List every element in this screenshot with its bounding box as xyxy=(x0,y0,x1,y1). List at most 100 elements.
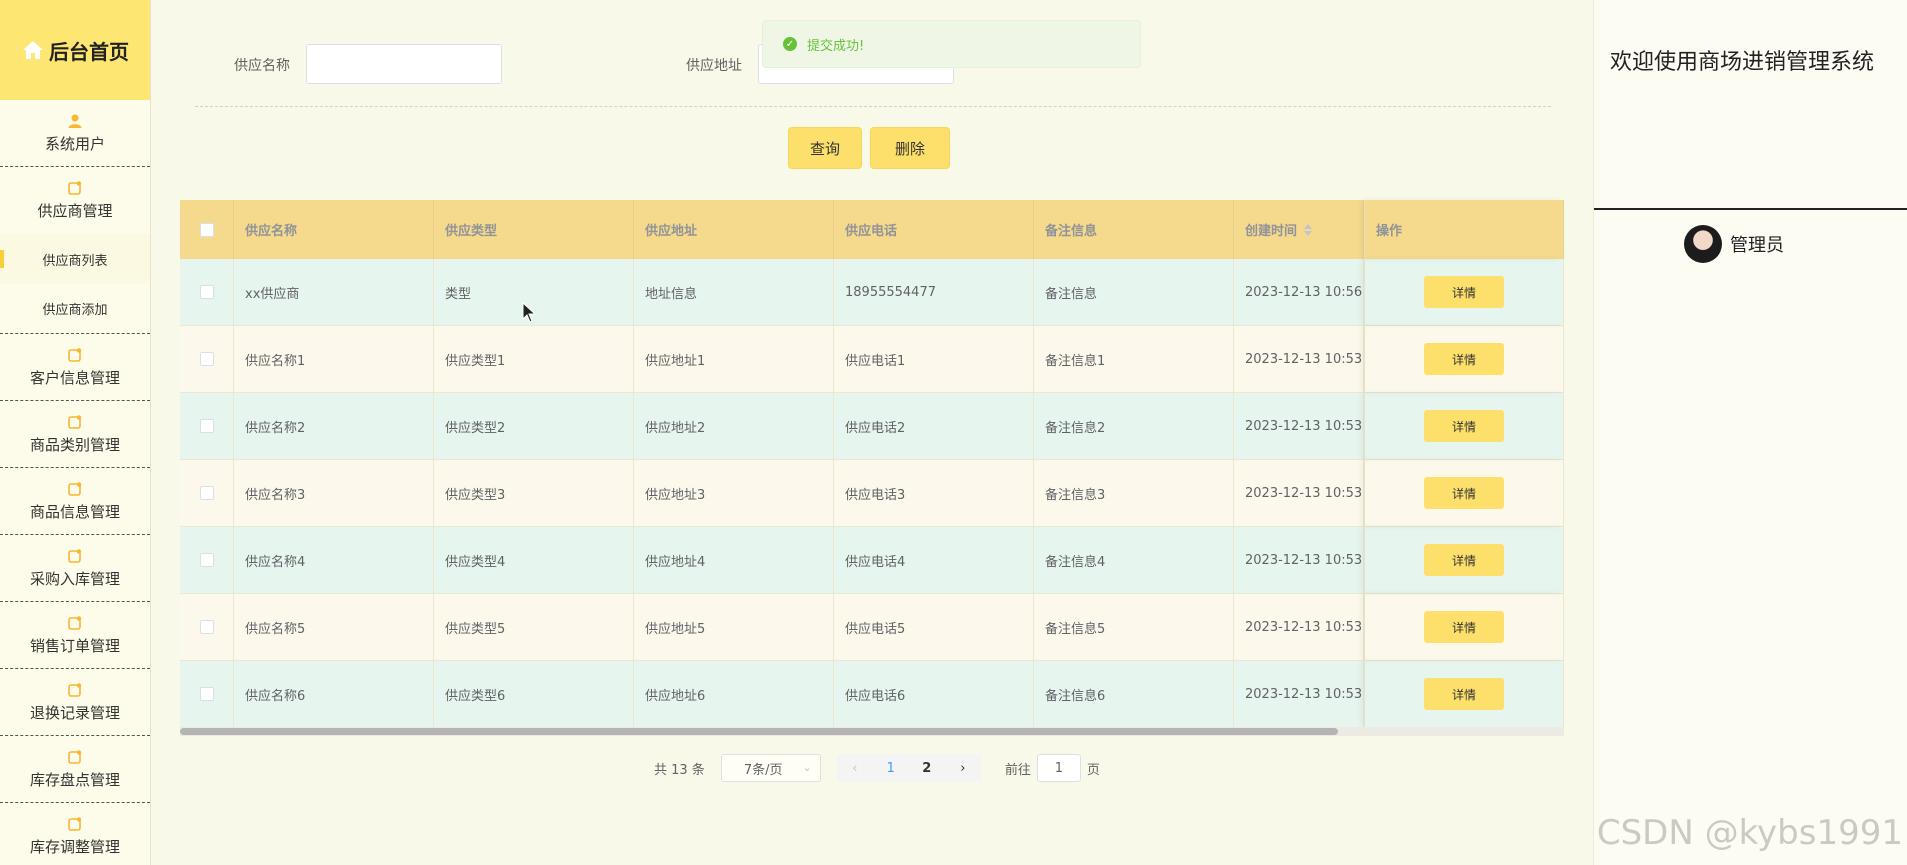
table-row[interactable]: xx供应商 类型 地址信息 18955554477 备注信息 2023-12-13 10:… xyxy=(180,259,1564,326)
cell-supplier-name: 供应名称4 xyxy=(234,527,434,593)
supplier-name-label: 供应名称 xyxy=(234,58,290,74)
page-nav: ‹ 1 2 › xyxy=(836,754,981,782)
menu-label: 供应商管理 xyxy=(37,202,113,220)
menu-product-management[interactable]: 商品信息管理 xyxy=(0,468,150,535)
table-row[interactable]: 供应名称3 供应类型3 供应地址3 供应电话3 备注信息3 2023-12-13 10:5… xyxy=(180,460,1564,527)
cell-remarks: 备注信息6 xyxy=(1034,661,1234,727)
menu-return-management[interactable]: 退换记录管理 xyxy=(0,669,150,736)
page-jumper: 前往 1 页 xyxy=(1005,754,1100,782)
cell-supplier-phone: 供应电话5 xyxy=(834,594,1034,660)
sort-icon[interactable] xyxy=(1303,223,1313,237)
cell-supplier-type: 供应类型6 xyxy=(434,661,634,727)
supplier-address-label: 供应地址 xyxy=(686,58,742,74)
cell-supplier-address: 供应地址4 xyxy=(634,527,834,593)
user-info[interactable]: 管理员 xyxy=(1684,225,1784,263)
user-icon xyxy=(68,114,82,128)
menu-system-users[interactable]: 系统用户 xyxy=(0,100,150,167)
menu-customer-management[interactable]: 客户信息管理 xyxy=(0,334,150,401)
horizontal-scrollbar[interactable] xyxy=(180,728,1338,735)
row-checkbox[interactable] xyxy=(199,352,214,366)
page-2-button[interactable]: 2 xyxy=(909,754,945,782)
row-checkbox[interactable] xyxy=(199,419,214,433)
goto-label: 前往 xyxy=(1004,762,1031,778)
cell-supplier-name: 供应名称1 xyxy=(234,326,434,392)
query-button[interactable]: 查询 xyxy=(788,127,862,169)
cell-supplier-phone: 供应电话3 xyxy=(834,460,1034,526)
edit-icon xyxy=(68,682,82,697)
cell-created-time: 2023-12-13 10:53:5 xyxy=(1234,326,1364,392)
select-all-checkbox[interactable] xyxy=(199,222,214,237)
divider xyxy=(195,106,1551,107)
header-supplier-type: 供应类型 xyxy=(434,200,634,259)
sidebar: 后台首页 系统用户 供应商管理 供应商列表 供应商添加 客户信息管理 商品类别管… xyxy=(0,0,151,865)
supplier-name-input[interactable] xyxy=(306,44,502,84)
header-supplier-name: 供应名称 xyxy=(234,200,434,259)
menu-label: 客户信息管理 xyxy=(29,368,120,387)
goto-page-input[interactable]: 1 xyxy=(1036,754,1081,782)
table-row[interactable]: 供应名称1 供应类型1 供应地址1 供应电话1 备注信息1 2023-12-13 10:5… xyxy=(180,326,1564,393)
actions-cell: 详情 xyxy=(1364,527,1564,593)
table-row[interactable]: 供应名称5 供应类型5 供应地址5 供应电话5 备注信息5 2023-12-13 10:5… xyxy=(180,594,1564,661)
cell-remarks: 备注信息3 xyxy=(1034,460,1234,526)
panel-divider xyxy=(1594,208,1907,210)
next-page-button[interactable]: › xyxy=(945,754,981,782)
detail-button[interactable]: 详情 xyxy=(1424,343,1504,375)
cell-created-time: 2023-12-13 10:53:5 xyxy=(1234,460,1364,526)
select-all-cell xyxy=(180,200,234,259)
menu-inventory-adjust[interactable]: 库存调整管理 xyxy=(0,803,150,865)
submenu-supplier-add[interactable]: 供应商添加 xyxy=(0,284,150,334)
cell-created-time: 2023-12-13 10:53:5 xyxy=(1234,393,1364,459)
menu-purchase-management[interactable]: 采购入库管理 xyxy=(0,535,150,602)
page-1-button[interactable]: 1 xyxy=(873,754,909,782)
cell-supplier-name: 供应名称2 xyxy=(234,393,434,459)
prev-page-button[interactable]: ‹ xyxy=(837,754,873,782)
menu-category-management[interactable]: 商品类别管理 xyxy=(0,401,150,468)
detail-button[interactable]: 详情 xyxy=(1424,477,1504,509)
row-checkbox[interactable] xyxy=(199,486,214,500)
detail-button[interactable]: 详情 xyxy=(1424,544,1504,576)
row-checkbox[interactable] xyxy=(199,285,214,299)
table-body: xx供应商 类型 地址信息 18955554477 备注信息 2023-12-13 10:… xyxy=(180,259,1564,728)
cell-supplier-phone: 供应电话2 xyxy=(834,393,1034,459)
home-link[interactable]: 后台首页 xyxy=(0,0,150,100)
actions-cell: 详情 xyxy=(1364,460,1564,526)
header-remarks: 备注信息 xyxy=(1034,200,1234,259)
edit-icon xyxy=(68,615,82,630)
edit-icon xyxy=(68,181,82,195)
row-checkbox[interactable] xyxy=(199,553,214,567)
cell-supplier-address: 供应地址3 xyxy=(634,460,834,526)
select-cell xyxy=(180,527,234,593)
table-row[interactable]: 供应名称6 供应类型6 供应地址6 供应电话6 备注信息6 2023-12-13 10:5… xyxy=(180,661,1564,728)
header-created-time[interactable]: 创建时间 xyxy=(1234,200,1364,259)
cell-remarks: 备注信息 xyxy=(1034,259,1234,325)
menu-label: 商品信息管理 xyxy=(29,502,120,521)
cell-created-time: 2023-12-13 10:56:3 xyxy=(1234,259,1364,325)
user-name: 管理员 xyxy=(1730,235,1784,256)
row-checkbox[interactable] xyxy=(199,687,214,701)
detail-button[interactable]: 详情 xyxy=(1424,678,1504,710)
menu-sales-management[interactable]: 销售订单管理 xyxy=(0,602,150,669)
mouse-cursor-icon xyxy=(522,302,536,323)
header-label: 创建时间 xyxy=(1245,224,1298,239)
menu-supplier-management[interactable]: 供应商管理 xyxy=(0,167,150,234)
watermark: CSDN @kybs1991 xyxy=(1596,813,1903,853)
cell-supplier-type: 供应类型1 xyxy=(434,326,634,392)
table-row[interactable]: 供应名称4 供应类型4 供应地址4 供应电话4 备注信息4 2023-12-13 10:5… xyxy=(180,527,1564,594)
submenu-supplier-list[interactable]: 供应商列表 xyxy=(0,234,150,284)
menu-inventory-check[interactable]: 库存盘点管理 xyxy=(0,736,150,803)
cell-remarks: 备注信息5 xyxy=(1034,594,1234,660)
cell-supplier-name: 供应名称6 xyxy=(234,661,434,727)
cell-supplier-address: 供应地址1 xyxy=(634,326,834,392)
detail-button[interactable]: 详情 xyxy=(1424,410,1504,442)
detail-button[interactable]: 详情 xyxy=(1424,276,1504,308)
cell-supplier-type: 供应类型5 xyxy=(434,594,634,660)
table-row[interactable]: 供应名称2 供应类型2 供应地址2 供应电话2 备注信息2 2023-12-13 10:5… xyxy=(180,393,1564,460)
page-size-select[interactable]: 7条/页 ⌄ xyxy=(720,754,821,782)
row-checkbox[interactable] xyxy=(199,620,214,634)
detail-button[interactable]: 详情 xyxy=(1424,611,1504,643)
cell-created-time: 2023-12-13 10:53:5 xyxy=(1234,661,1364,727)
cell-supplier-type: 供应类型4 xyxy=(434,527,634,593)
cell-supplier-name: 供应名称5 xyxy=(234,594,434,660)
actions-cell: 详情 xyxy=(1364,594,1564,660)
delete-button[interactable]: 删除 xyxy=(870,127,950,169)
